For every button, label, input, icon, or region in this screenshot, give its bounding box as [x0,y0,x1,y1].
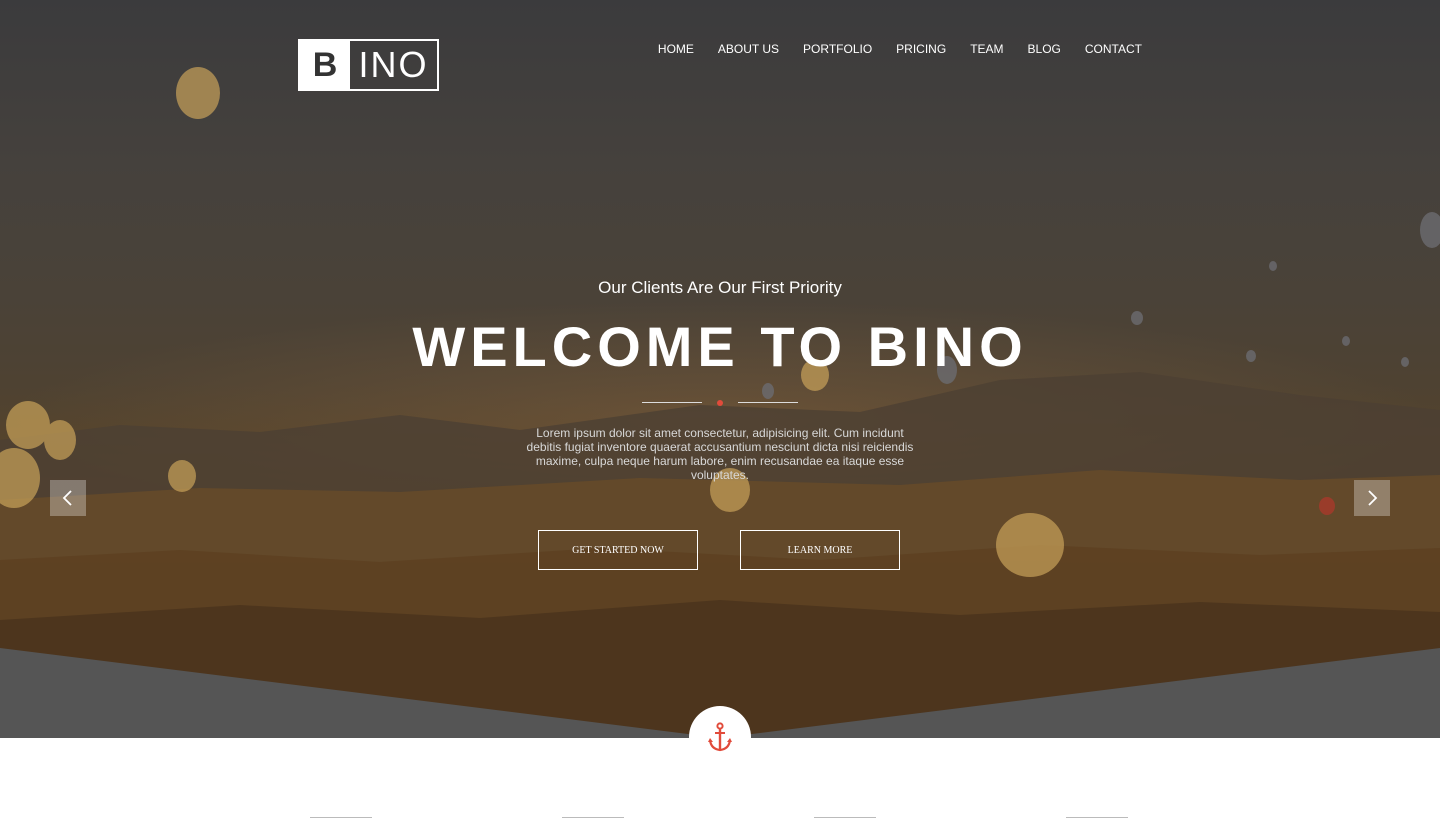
nav-portfolio[interactable]: PORTFOLIO [803,42,872,56]
logo-letter: B [300,41,350,89]
nav-about-us[interactable]: ABOUT US [718,42,779,56]
main-nav: HOME ABOUT US PORTFOLIO PRICING TEAM BLO… [658,42,1142,56]
divider-dot [717,400,723,406]
feature-underline [310,817,372,818]
scroll-anchor-button[interactable] [689,706,751,768]
slider-prev-button[interactable] [50,480,86,516]
title-divider [642,396,798,410]
divider-line-right [738,402,798,403]
hero-title: WELCOME TO BINO [412,315,1028,378]
hero-description: Lorem ipsum dolor sit amet consectetur, … [526,426,914,482]
hero-subtitle: Our Clients Are Our First Priority [598,278,842,297]
feature-underline [562,817,624,818]
divider-line-left [642,402,702,403]
chevron-right-icon [1368,490,1378,506]
slider-next-button[interactable] [1354,480,1390,516]
feature-underline [1066,817,1128,818]
nav-contact[interactable]: CONTACT [1085,42,1142,56]
learn-more-button[interactable]: LEARN MORE [740,530,900,570]
chevron-left-icon [62,490,72,506]
nav-team[interactable]: TEAM [970,42,1003,56]
nav-home[interactable]: HOME [658,42,694,56]
nav-blog[interactable]: BLOG [1028,42,1061,56]
hero-slider: B INO HOME ABOUT US PORTFOLIO PRICING TE… [0,0,1440,738]
logo-text: INO [358,44,429,85]
feature-underline [814,817,876,818]
nav-pricing[interactable]: PRICING [896,42,946,56]
get-started-button[interactable]: GET STARTED NOW [538,530,698,570]
site-logo[interactable]: B INO [298,39,439,91]
anchor-icon [708,722,732,752]
